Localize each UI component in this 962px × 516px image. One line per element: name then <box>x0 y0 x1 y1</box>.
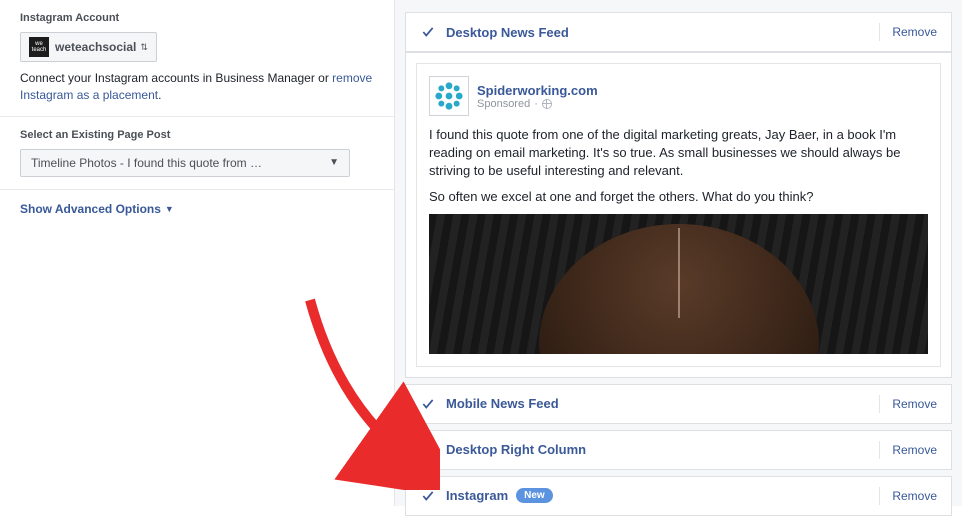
placement-desktop-feed[interactable]: Desktop News Feed Remove <box>405 12 952 52</box>
account-name: weteachsocial <box>55 40 136 54</box>
check-icon <box>420 24 436 40</box>
sponsored-label: Sponsored · <box>477 98 598 110</box>
post-image <box>429 214 928 354</box>
remove-placement-link[interactable]: Remove <box>892 443 937 457</box>
remove-placement-link[interactable]: Remove <box>892 397 937 411</box>
instagram-account-label: Instagram Account <box>20 12 374 24</box>
placement-instagram[interactable]: Instagram New Remove <box>405 476 952 516</box>
check-icon <box>420 442 436 458</box>
page-name-link[interactable]: Spiderworking.com <box>477 83 598 98</box>
remove-placement-link[interactable]: Remove <box>892 489 937 503</box>
page-post-dropdown[interactable]: Timeline Photos - I found this quote fro… <box>20 149 350 177</box>
advanced-options-toggle[interactable]: Show Advanced Options ▼ <box>20 202 374 216</box>
placement-title: Desktop Right Column <box>446 442 867 457</box>
ad-preview-card: Spiderworking.com Sponsored · I found th… <box>405 52 952 378</box>
remove-placement-link[interactable]: Remove <box>892 25 937 39</box>
chevron-down-icon: ▼ <box>165 204 174 214</box>
placement-mobile-feed[interactable]: Mobile News Feed Remove <box>405 384 952 424</box>
globe-icon <box>542 99 552 109</box>
post-body: I found this quote from one of the digit… <box>429 126 928 206</box>
check-icon <box>420 488 436 504</box>
left-config-panel: Instagram Account weteach weteachsocial … <box>0 0 395 506</box>
account-thumb: weteach <box>29 37 49 57</box>
updown-icon: ⇅ <box>140 42 148 53</box>
check-icon <box>420 396 436 412</box>
divider <box>879 395 880 413</box>
divider <box>879 23 880 41</box>
connect-hint: Connect your Instagram accounts in Busin… <box>20 70 374 104</box>
placement-right-column[interactable]: Desktop Right Column Remove <box>405 430 952 470</box>
page-post-dropdown-value: Timeline Photos - I found this quote fro… <box>31 156 262 170</box>
placement-title: Desktop News Feed <box>446 25 867 40</box>
preview-panel: Desktop News Feed Remove <box>395 0 962 506</box>
instagram-account-selector[interactable]: weteach weteachsocial ⇅ <box>20 32 157 62</box>
chevron-down-icon: ▼ <box>329 157 339 168</box>
new-badge: New <box>516 488 553 503</box>
page-avatar <box>429 76 469 116</box>
select-post-label: Select an Existing Page Post <box>20 129 374 141</box>
divider <box>879 441 880 459</box>
divider <box>879 487 880 505</box>
placement-title: Instagram New <box>446 488 867 503</box>
placement-title: Mobile News Feed <box>446 396 867 411</box>
